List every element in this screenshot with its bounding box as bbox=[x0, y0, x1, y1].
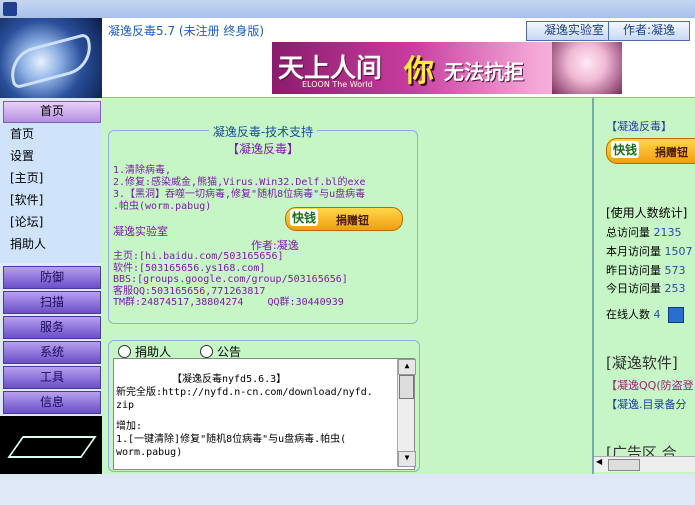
app-title: 凝逸反毒5.7 (未注册 终身版) bbox=[108, 24, 265, 38]
bbs-link[interactable]: BBS:[groups.google.com/group/503165656] bbox=[113, 274, 348, 286]
total-visits: 2135 bbox=[653, 226, 682, 239]
yesterday-visits-label: 昨日访问量 bbox=[606, 264, 661, 277]
feature-line-3: 3.【黑洞】吞噬一切病毒,修复"随机8位病毒"与u盘病毒 bbox=[113, 189, 366, 200]
category-services[interactable]: 服务 bbox=[3, 316, 101, 339]
scroll-left-icon[interactable]: ◀ bbox=[596, 457, 602, 466]
notice-line-5: 1.[一键清除]修复"随机8位病毒"与u盘病毒.帕虫( bbox=[116, 434, 347, 445]
notice-line-4: 增加: bbox=[116, 421, 143, 432]
feature-line-1: 1.清除病毒, bbox=[113, 165, 172, 176]
scroll-up-icon[interactable]: ▲ bbox=[398, 359, 416, 375]
online-count: 4 bbox=[653, 308, 661, 321]
qq-group: QQ群:30440939 bbox=[267, 297, 344, 308]
right-donate-quick: 快钱 bbox=[611, 141, 640, 158]
today-visits-label: 今日访问量 bbox=[606, 282, 661, 295]
tm-group: TM群:24874517,38804274 bbox=[113, 297, 244, 308]
scroll-thumb[interactable] bbox=[399, 375, 414, 399]
category-system[interactable]: 系统 bbox=[3, 341, 101, 364]
notice-line-2: 新完全版:http://nyfd.n-cn.com/download/nyfd. bbox=[116, 387, 373, 398]
notice-radio[interactable] bbox=[200, 345, 213, 358]
donors-radio[interactable] bbox=[118, 345, 131, 358]
donate-label: 捐赠钮 bbox=[336, 214, 369, 227]
month-visits-label: 本月访问量 bbox=[606, 245, 661, 258]
soft-heading: [凝逸软件] bbox=[606, 354, 678, 372]
total-visits-label: 总访问量 bbox=[606, 226, 650, 239]
category-scan[interactable]: 扫描 bbox=[3, 291, 101, 314]
banner-subtext: ELOON The World bbox=[302, 80, 373, 89]
homepage-link[interactable]: 主页:[hi.baidu.com/503165656] bbox=[113, 251, 348, 263]
qq-link[interactable]: 【凝逸QQ(防盗登 bbox=[606, 377, 694, 393]
nav-item-home[interactable]: 首页 bbox=[0, 123, 102, 145]
scroll-down-icon[interactable]: ▼ bbox=[398, 451, 416, 467]
donate-quick-label: 快钱 bbox=[290, 209, 319, 226]
nav-item-donors[interactable]: 捐助人 bbox=[0, 233, 102, 255]
nav-item-settings[interactable]: 设置 bbox=[0, 145, 102, 167]
notice-line-1: 【凝逸反毒nyfd5.6.3】 bbox=[172, 374, 287, 385]
category-tools[interactable]: 工具 bbox=[3, 366, 101, 389]
horizontal-scroll-thumb[interactable] bbox=[608, 459, 640, 471]
support-qq: 客服QQ:503165656,771263817 bbox=[113, 285, 266, 297]
support-title: 凝逸反毒-技术支持 bbox=[208, 125, 318, 139]
donate-button[interactable]: 快钱 捐赠钮 bbox=[285, 207, 403, 231]
header: 凝逸反毒5.7 (未注册 终身版) 凝逸实验室 作者:凝逸 天上人间 你 无法抗… bbox=[102, 18, 695, 98]
notice-textarea[interactable]: 【凝逸反毒nyfd5.6.3】 新完全版:http://nyfd.n-cn.co… bbox=[113, 358, 416, 470]
support-panel: 凝逸反毒-技术支持 【凝逸反毒】 1.清除病毒, 2.修复:感染威金,熊猫,Vi… bbox=[108, 125, 418, 324]
right-donate-button[interactable]: 快钱 捐赠钮 bbox=[606, 138, 695, 164]
yesterday-visits: 573 bbox=[664, 264, 686, 277]
right-horizontal-scrollbar[interactable]: ◀ bbox=[594, 456, 695, 472]
support-subtitle: 【凝逸反毒】 bbox=[226, 142, 299, 156]
nav-item-homepage[interactable]: [主页] bbox=[0, 167, 102, 189]
notice-line-6: worm.pabug) bbox=[116, 447, 183, 458]
ad-banner[interactable]: 天上人间 你 无法抗拒 ELOON The World bbox=[272, 42, 622, 94]
app-icon bbox=[3, 2, 17, 16]
stats-heading: [使用人数统计] bbox=[606, 206, 688, 220]
month-visits: 1507 bbox=[664, 245, 693, 258]
title-bar bbox=[0, 0, 695, 18]
category-info[interactable]: 信息 bbox=[3, 391, 101, 414]
sidebar: 首页 首页 设置 [主页] [软件] [论坛] 捐助人 防御 扫描 服务 系统 … bbox=[0, 98, 102, 505]
category-defense[interactable]: 防御 bbox=[3, 266, 101, 289]
home-tab[interactable]: 首页 bbox=[3, 101, 101, 123]
author-button[interactable]: 作者:凝逸 bbox=[608, 21, 690, 41]
notice-scrollbar[interactable]: ▲ ▼ bbox=[397, 359, 416, 467]
banner-text-2: 你 bbox=[404, 54, 434, 89]
nav-item-software[interactable]: [软件] bbox=[0, 189, 102, 211]
lab-name: 凝逸实验室 bbox=[113, 225, 168, 238]
feature-line-2: 2.修复:感染威金,熊猫,Virus.Win32.Delf.bl的exe bbox=[113, 177, 366, 188]
logo-wing-icon bbox=[4, 32, 98, 90]
today-visits: 253 bbox=[664, 282, 686, 295]
online-label: 在线人数 bbox=[606, 308, 650, 321]
right-donate-label: 捐赠钮 bbox=[655, 146, 688, 159]
nav-item-forum[interactable]: [论坛] bbox=[0, 211, 102, 233]
status-bar bbox=[0, 474, 695, 505]
logo bbox=[0, 18, 102, 98]
nav-list: 首页 设置 [主页] [软件] [论坛] 捐助人 bbox=[0, 123, 102, 263]
counter-icon[interactable] bbox=[668, 307, 684, 323]
software-link[interactable]: 软件:[503165656.ys168.com] bbox=[113, 263, 348, 275]
dir-backup-link[interactable]: 【凝逸.目录备分 bbox=[606, 396, 687, 412]
banner-portrait bbox=[552, 42, 622, 94]
right-heading: 【凝逸反毒】 bbox=[606, 120, 672, 133]
bottom-logo bbox=[0, 416, 102, 474]
notice-line-3: zip bbox=[116, 400, 135, 411]
banner-text-3: 无法抗拒 bbox=[444, 60, 524, 84]
right-panel: 【凝逸反毒】 快钱 捐赠钮 [使用人数统计] 总访问量 2135 本月访问量 1… bbox=[592, 98, 695, 474]
